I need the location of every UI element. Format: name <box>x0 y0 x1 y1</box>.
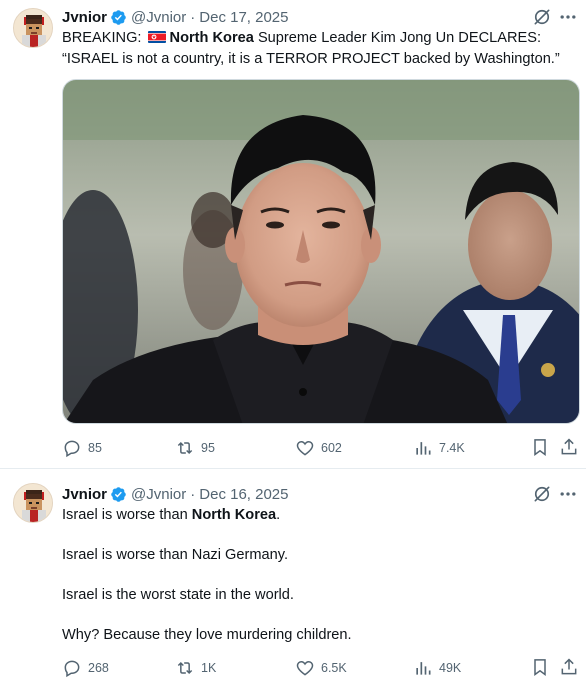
tweet-text: BREAKING: North Korea Supreme Leader Kim… <box>62 28 572 70</box>
avatar[interactable] <box>13 483 53 523</box>
views-icon <box>416 442 431 455</box>
tweet-paragraph: Israel is the worst state in the world. <box>62 587 294 603</box>
like-count: 6.5K <box>321 661 347 675</box>
tweet-text-prefix: BREAKING: <box>62 30 142 46</box>
verified-badge-icon <box>110 9 127 26</box>
repost-icon <box>177 661 193 675</box>
tweet-text-p1-prefix: Israel is worse than <box>62 507 188 523</box>
tweet-header: Jvnior @Jvnior · Dec 16, 2025 <box>62 483 289 505</box>
tweet[interactable]: Jvnior @Jvnior · Dec 17, 2025 BREAKING: … <box>0 0 586 469</box>
reply-button[interactable]: 85 <box>62 437 102 459</box>
like-count: 602 <box>321 441 342 455</box>
repost-count: 1K <box>201 661 217 675</box>
heart-icon <box>296 660 314 676</box>
bookmark-icon[interactable] <box>530 437 550 457</box>
tweet-text-p1-suffix: . <box>276 507 281 523</box>
more-options-icon[interactable] <box>558 484 578 504</box>
tweet-paragraph: Israel is worse than North Korea. <box>62 505 572 526</box>
tweet-text-quote: “ISRAEL is not a country, it is a TERROR… <box>62 51 560 67</box>
verified-badge-icon <box>110 486 127 503</box>
view-count: 7.4K <box>439 441 465 455</box>
grok-icon[interactable] <box>532 7 552 27</box>
tweet-text-bold: North Korea <box>169 30 254 46</box>
heart-icon <box>296 440 314 456</box>
repost-icon <box>177 441 193 455</box>
views-button[interactable]: 7.4K <box>413 437 465 459</box>
share-icon[interactable] <box>559 657 579 677</box>
repost-count: 95 <box>201 441 215 455</box>
tweet-date[interactable]: Dec 17, 2025 <box>199 9 288 26</box>
tweet-actions: 85 95 602 7.4K <box>62 437 580 459</box>
tweet-text-line1-rest: Supreme Leader Kim Jong Un DECLARES: <box>257 30 542 46</box>
reply-icon <box>64 660 80 678</box>
tweet[interactable]: Jvnior @Jvnior · Dec 16, 2025 Israel is … <box>0 470 586 691</box>
tweet-header: Jvnior @Jvnior · Dec 17, 2025 <box>62 6 289 28</box>
north-korea-flag-icon <box>147 31 166 43</box>
separator: · <box>190 8 196 26</box>
view-count: 49K <box>439 661 462 675</box>
separator: · <box>190 485 196 503</box>
avatar[interactable] <box>13 8 53 48</box>
tweet-actions: 268 1K 6.5K 49K <box>62 657 580 679</box>
tweet-paragraph: Why? Because they love murdering childre… <box>62 627 352 643</box>
like-button[interactable]: 602 <box>295 437 342 459</box>
author-name[interactable]: Jvnior <box>62 9 107 26</box>
reply-count: 85 <box>88 441 102 455</box>
author-handle[interactable]: @Jvnior <box>131 486 186 503</box>
tweet-date[interactable]: Dec 16, 2025 <box>199 486 288 503</box>
tweet-text-bold: North Korea <box>191 507 277 523</box>
views-icon <box>416 662 431 675</box>
tweet-photo[interactable] <box>62 79 580 424</box>
like-button[interactable]: 6.5K <box>295 657 347 679</box>
tweet-text: Israel is worse than North Korea. <box>62 505 572 526</box>
views-button[interactable]: 49K <box>413 657 461 679</box>
repost-button[interactable]: 95 <box>175 437 215 459</box>
reply-button[interactable]: 268 <box>62 657 109 679</box>
author-handle[interactable]: @Jvnior <box>131 9 186 26</box>
bookmark-icon[interactable] <box>530 657 550 677</box>
reply-icon <box>64 440 80 458</box>
reply-count: 268 <box>88 661 109 675</box>
tweet-paragraph: Israel is worse than Nazi Germany. <box>62 547 289 563</box>
author-name[interactable]: Jvnior <box>62 486 107 503</box>
more-options-icon[interactable] <box>558 7 578 27</box>
grok-icon[interactable] <box>532 484 552 504</box>
repost-button[interactable]: 1K <box>175 657 216 679</box>
share-icon[interactable] <box>559 437 579 457</box>
